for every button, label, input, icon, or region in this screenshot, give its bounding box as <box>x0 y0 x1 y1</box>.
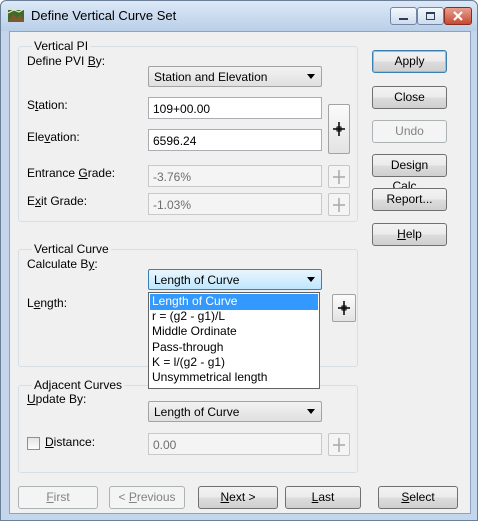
entrance-grade-label: Entrance Grade: <box>27 166 116 180</box>
elevation-input[interactable]: 6596.24 <box>148 129 322 151</box>
maximize-button[interactable] <box>417 7 444 25</box>
apply-button[interactable]: Apply <box>372 50 447 73</box>
exit-grade-value: -1.03% <box>153 198 192 212</box>
define-pvi-label: Define PVI By: <box>27 54 106 68</box>
option-k-value[interactable]: K = l/(g2 - g1) <box>150 355 318 371</box>
distance-input[interactable]: 0.00 <box>148 433 322 455</box>
define-pvi-value: Station and Elevation <box>154 70 268 84</box>
chevron-down-icon <box>307 74 315 79</box>
exit-grade-label: Exit Grade: <box>27 194 88 208</box>
station-label: Station: <box>27 98 68 112</box>
length-label: Length: <box>27 296 68 310</box>
minimize-button[interactable] <box>390 7 417 25</box>
option-length-of-curve[interactable]: Length of Curve <box>150 294 318 310</box>
entrance-grade-value: -3.76% <box>153 170 192 184</box>
station-input[interactable]: 109+00.00 <box>148 97 322 119</box>
elevation-label: Elevation: <box>27 130 80 144</box>
previous-button[interactable]: < Previous <box>109 486 185 509</box>
maximize-icon <box>426 12 435 20</box>
crosshair-icon <box>338 301 350 315</box>
option-r-rate[interactable]: r = (g2 - g1)/L <box>150 309 318 325</box>
distance-pick-button[interactable] <box>328 433 350 456</box>
dialog-body: Vertical PI Define PVI By: Station and E… <box>9 31 471 514</box>
distance-checkbox[interactable] <box>27 437 40 450</box>
vertical-pi-title: Vertical PI <box>32 39 91 53</box>
minimize-icon <box>399 18 408 20</box>
option-unsymmetrical-length[interactable]: Unsymmetrical length <box>150 370 318 386</box>
design-calc-button[interactable]: Design Calc... <box>372 154 447 193</box>
length-pick-button[interactable] <box>332 294 356 322</box>
calculate-by-label: Calculate By: <box>27 257 98 271</box>
option-middle-ordinate[interactable]: Middle Ordinate <box>150 324 318 340</box>
title-bar[interactable]: Define Vertical Curve Set <box>1 1 477 31</box>
update-by-value: Length of Curve <box>154 405 240 419</box>
crosshair-icon <box>333 122 345 136</box>
crosshair-icon <box>333 170 345 184</box>
calculate-by-dropdown[interactable]: Length of Curve r = (g2 - g1)/L Middle O… <box>148 292 320 389</box>
close-icon <box>453 11 463 21</box>
crosshair-icon <box>333 438 345 452</box>
entrance-grade-input[interactable]: -3.76% <box>148 165 322 187</box>
distance-label: Distance: <box>45 435 96 449</box>
entrance-grade-pick-button[interactable] <box>328 165 350 188</box>
close-button[interactable]: Close <box>372 86 447 109</box>
adjacent-curves-title: Adjacent Curves <box>32 378 125 392</box>
close-window-button[interactable] <box>444 7 472 25</box>
elevation-value: 6596.24 <box>153 134 197 148</box>
update-by-label: Update By: <box>27 392 87 406</box>
app-icon <box>8 8 24 22</box>
report-button[interactable]: Report... <box>372 188 447 211</box>
next-button[interactable]: Next > <box>198 486 278 509</box>
option-pass-through[interactable]: Pass-through <box>150 340 318 356</box>
dialog-window: Define Vertical Curve Set Vertical PI De… <box>0 0 478 521</box>
exit-grade-pick-button[interactable] <box>328 193 350 216</box>
update-by-select[interactable]: Length of Curve <box>148 401 322 422</box>
calculate-by-select[interactable]: Length of Curve <box>148 269 322 290</box>
undo-button[interactable]: Undo <box>372 120 447 143</box>
last-button[interactable]: Last <box>285 486 361 509</box>
exit-grade-input[interactable]: -1.03% <box>148 193 322 215</box>
select-button[interactable]: Select <box>378 486 458 509</box>
crosshair-icon <box>333 198 345 212</box>
help-button[interactable]: Help <box>372 223 447 246</box>
vertical-curve-title: Vertical Curve <box>32 242 111 256</box>
distance-value: 0.00 <box>153 438 177 452</box>
chevron-down-icon <box>307 277 315 282</box>
window-title: Define Vertical Curve Set <box>31 8 177 23</box>
calculate-by-value: Length of Curve <box>154 273 240 287</box>
station-value: 109+00.00 <box>153 102 211 116</box>
define-pvi-select[interactable]: Station and Elevation <box>148 66 322 87</box>
chevron-down-icon <box>307 409 315 414</box>
locate-pvi-button[interactable] <box>328 104 350 154</box>
first-button[interactable]: First <box>18 486 98 509</box>
